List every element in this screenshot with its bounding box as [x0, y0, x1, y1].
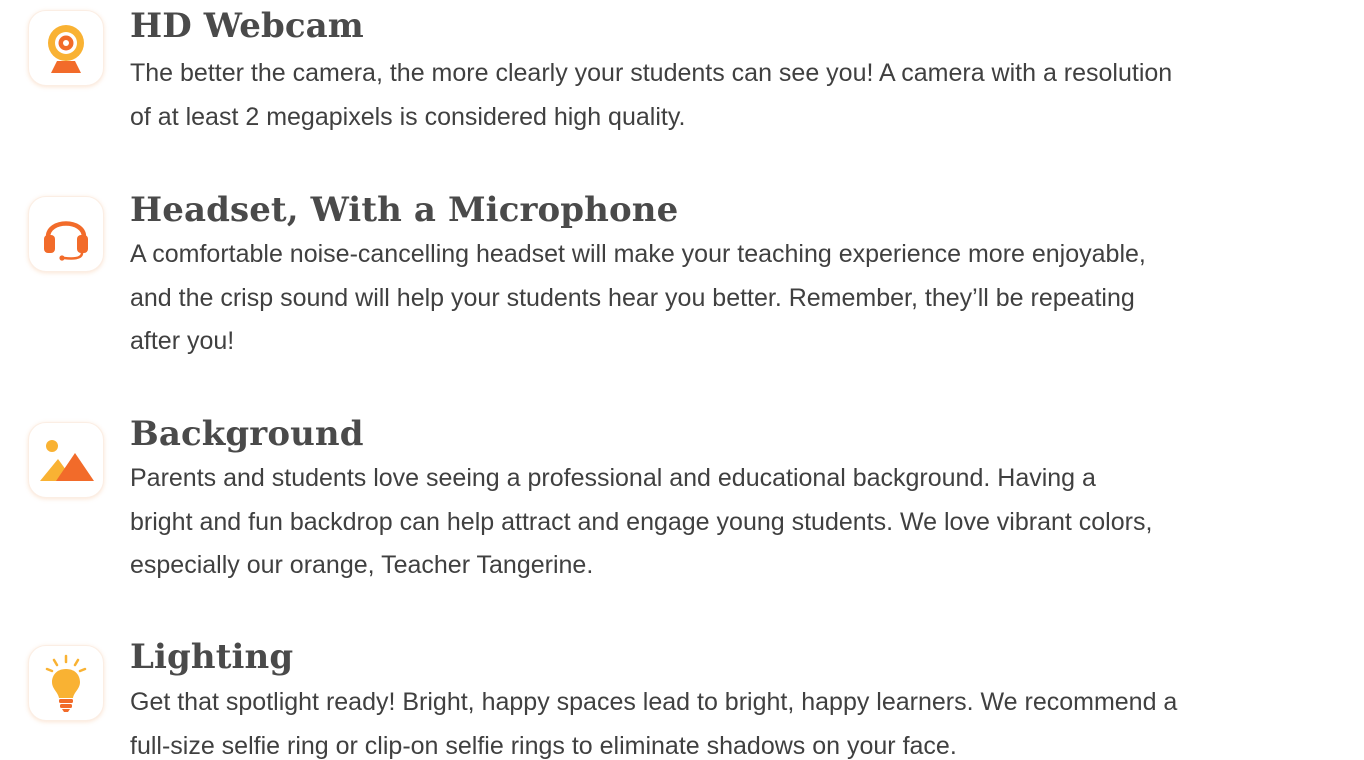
item-description: Get that spotlight ready! Bright, happy … [130, 688, 1178, 760]
item-description: A comfortable noise-cancelling headset w… [130, 240, 1146, 355]
item-title: Lighting [130, 637, 294, 677]
item-title: Background [130, 414, 364, 454]
item-title: HD Webcam [130, 6, 364, 46]
lightbulb-icon [28, 645, 104, 721]
item-description: Parents and students love seeing a profe… [130, 464, 1153, 579]
equipment-list: HD Webcam The better the camera, the mor… [0, 0, 1364, 760]
image-icon [28, 422, 104, 498]
webcam-icon [28, 10, 104, 86]
item-description: The better the camera, the more clearly … [130, 59, 1173, 131]
item-title: Headset, With a Microphone [130, 190, 679, 230]
headset-icon [28, 196, 104, 272]
